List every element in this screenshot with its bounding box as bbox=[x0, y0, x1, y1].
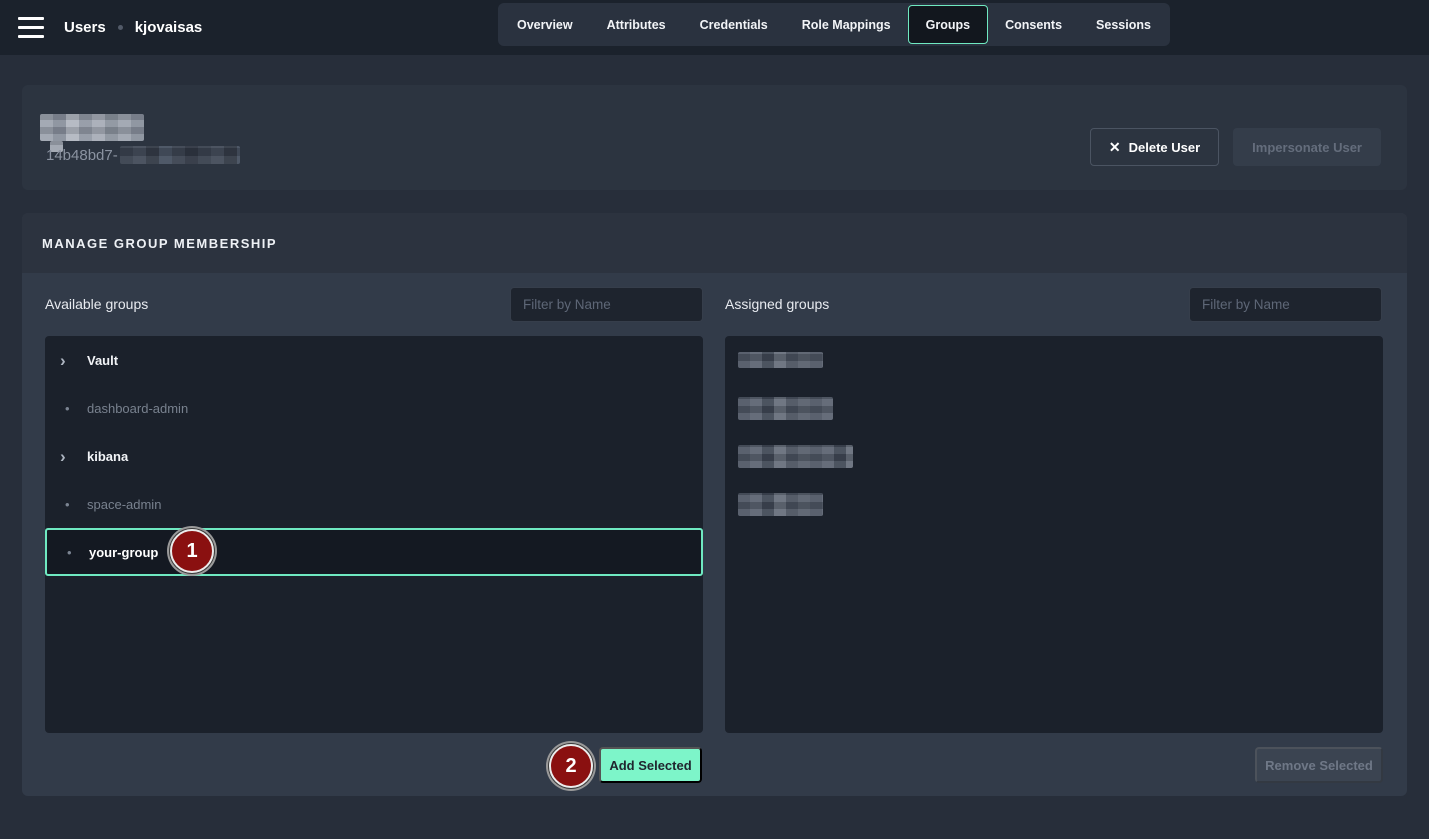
breadcrumb-separator-icon bbox=[118, 25, 123, 30]
group-item-dashboard-admin[interactable]: • dashboard-admin bbox=[45, 384, 703, 432]
remove-selected-button[interactable]: Remove Selected bbox=[1255, 747, 1383, 783]
assigned-groups-label: Assigned groups bbox=[725, 287, 829, 322]
section-header: MANAGE GROUP MEMBERSHIP bbox=[22, 213, 1407, 273]
assigned-group-item[interactable] bbox=[725, 432, 1383, 480]
available-groups-list: › Vault • dashboard-admin › kibana • spa… bbox=[45, 336, 703, 733]
user-id-prefix: 14b48bd7- bbox=[46, 147, 118, 164]
group-item-label: dashboard-admin bbox=[87, 401, 188, 416]
user-tabs: Overview Attributes Credentials Role Map… bbox=[498, 3, 1170, 46]
group-item-label: Vault bbox=[87, 353, 118, 368]
redacted-group-name bbox=[738, 493, 823, 516]
chevron-right-icon[interactable]: › bbox=[60, 448, 87, 465]
group-item-space-admin[interactable]: • space-admin bbox=[45, 480, 703, 528]
group-item-your-group-selected[interactable]: • your-group bbox=[45, 528, 703, 576]
annotation-step-2: 2 bbox=[549, 744, 593, 788]
available-groups-label: Available groups bbox=[45, 287, 148, 322]
tab-groups[interactable]: Groups bbox=[908, 5, 988, 44]
breadcrumb: Users kjovaisas bbox=[64, 0, 202, 55]
redacted-group-name bbox=[738, 352, 823, 368]
breadcrumb-username: kjovaisas bbox=[135, 19, 203, 36]
assigned-group-item[interactable] bbox=[725, 336, 1383, 384]
topbar: Users kjovaisas Overview Attributes Cred… bbox=[0, 0, 1429, 55]
manage-group-membership-section: MANAGE GROUP MEMBERSHIP Available groups… bbox=[22, 213, 1407, 796]
assigned-group-item[interactable] bbox=[725, 480, 1383, 528]
group-item-label: your-group bbox=[89, 545, 158, 560]
available-groups-filter-input[interactable] bbox=[510, 287, 703, 322]
assigned-group-item[interactable] bbox=[725, 384, 1383, 432]
add-selected-button[interactable]: Add Selected bbox=[599, 747, 702, 783]
tab-sessions[interactable]: Sessions bbox=[1079, 5, 1168, 44]
user-groups-screen: { "topbar": { "breadcrumb": { "section":… bbox=[0, 0, 1429, 839]
redacted-group-name bbox=[738, 397, 833, 420]
tab-role-mappings[interactable]: Role Mappings bbox=[785, 5, 908, 44]
assigned-groups-filter-input[interactable] bbox=[1189, 287, 1382, 322]
chevron-right-icon[interactable]: › bbox=[60, 352, 87, 369]
close-icon: ✕ bbox=[1109, 139, 1121, 156]
redacted-user-id-suffix bbox=[120, 146, 240, 164]
delete-user-label: Delete User bbox=[1129, 140, 1201, 155]
section-title: MANAGE GROUP MEMBERSHIP bbox=[42, 236, 277, 251]
annotation-number: 2 bbox=[565, 755, 576, 778]
annotation-step-1: 1 bbox=[170, 529, 214, 573]
group-item-kibana[interactable]: › kibana bbox=[45, 432, 703, 480]
annotation-number: 1 bbox=[186, 540, 197, 563]
tab-consents[interactable]: Consents bbox=[988, 5, 1079, 44]
group-item-label: space-admin bbox=[87, 497, 161, 512]
user-id: 14b48bd7- bbox=[46, 145, 240, 165]
tab-attributes[interactable]: Attributes bbox=[590, 5, 683, 44]
bullet-icon: • bbox=[60, 402, 87, 415]
assigned-groups-list bbox=[725, 336, 1383, 733]
tab-credentials[interactable]: Credentials bbox=[683, 5, 785, 44]
user-card-actions: ✕ Delete User Impersonate User bbox=[1090, 128, 1381, 166]
tab-overview[interactable]: Overview bbox=[500, 5, 590, 44]
breadcrumb-users[interactable]: Users bbox=[64, 19, 106, 36]
redacted-group-name bbox=[738, 445, 853, 468]
impersonate-user-button[interactable]: Impersonate User bbox=[1233, 128, 1381, 166]
redacted-display-name bbox=[40, 114, 144, 141]
bullet-icon: • bbox=[62, 546, 89, 559]
impersonate-user-label: Impersonate User bbox=[1252, 140, 1362, 155]
group-item-vault[interactable]: › Vault bbox=[45, 336, 703, 384]
group-item-label: kibana bbox=[87, 449, 128, 464]
menu-icon[interactable] bbox=[18, 17, 44, 38]
delete-user-button[interactable]: ✕ Delete User bbox=[1090, 128, 1219, 166]
user-info-card: 14b48bd7- ✕ Delete User Impersonate User bbox=[22, 85, 1407, 190]
bullet-icon: • bbox=[60, 498, 87, 511]
